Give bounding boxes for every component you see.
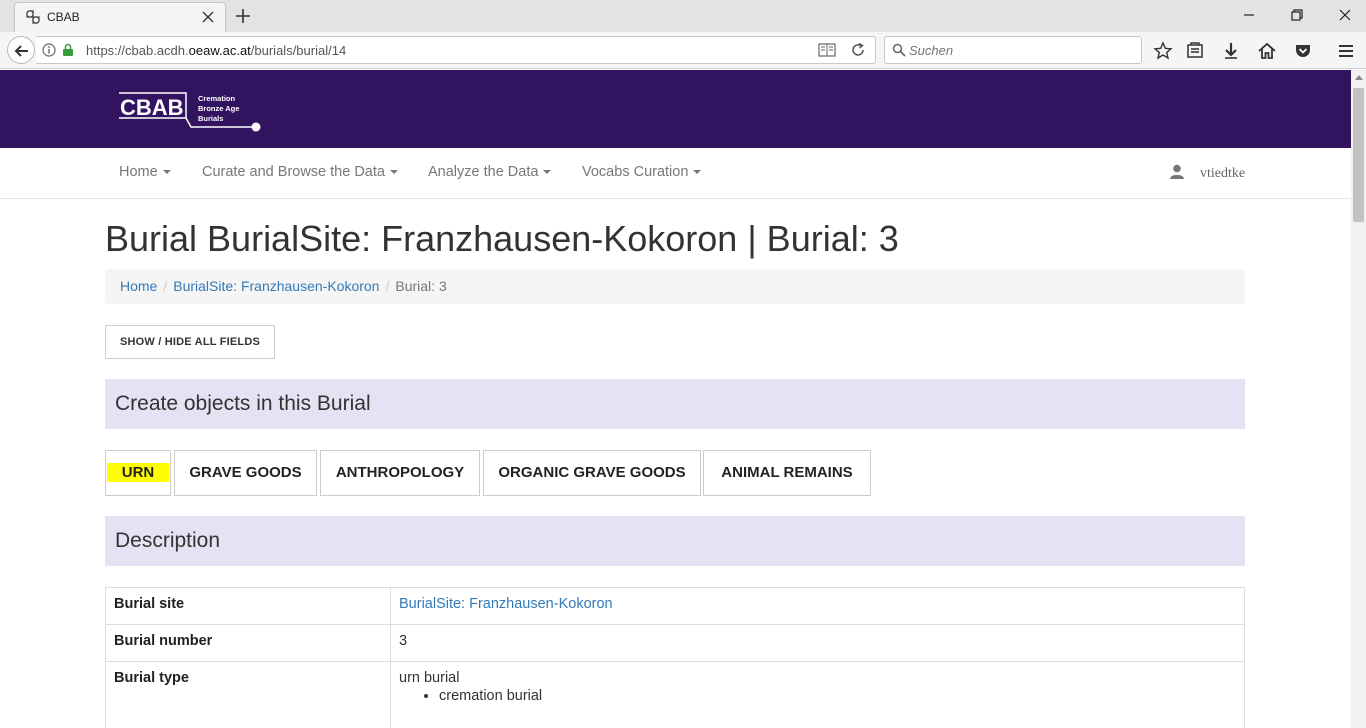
description-heading: Description <box>105 516 1245 566</box>
nav-curate-label: Curate and Browse the Data <box>202 164 385 180</box>
site-favicon-icon <box>26 10 40 24</box>
nav-analyze-label: Analyze the Data <box>428 164 539 180</box>
burial-type-value: urn burial <box>399 670 460 686</box>
row-label: Burial number <box>105 624 391 662</box>
home-icon[interactable] <box>1257 41 1277 61</box>
nav-curate-browse[interactable]: Curate and Browse the Data <box>202 164 398 180</box>
row-label: Burial site <box>105 587 391 625</box>
download-icon[interactable] <box>1221 41 1241 61</box>
caret-down-icon <box>693 170 702 175</box>
burial-type-sublist: cremation burial <box>439 688 1236 704</box>
browser-tabstrip: CBAB <box>0 0 1366 32</box>
show-hide-fields-button[interactable]: SHOW / HIDE ALL FIELDS <box>105 325 275 359</box>
description-table: Burial site BurialSite: Franzhausen-Koko… <box>105 587 1245 728</box>
page-viewport: CBAB Cremation Bronze Age Burials Home C… <box>0 70 1351 728</box>
table-row: Burial number 3 <box>105 624 1245 662</box>
address-bar[interactable]: https://cbab.acdh.oeaw.ac.at/burials/bur… <box>36 36 876 64</box>
pocket-icon[interactable] <box>1293 41 1313 61</box>
search-icon <box>892 43 906 57</box>
url-domain: oeaw.ac.at <box>188 43 251 58</box>
cbab-logo[interactable]: CBAB Cremation Bronze Age Burials <box>118 87 268 135</box>
caret-down-icon <box>162 170 171 175</box>
row-value: BurialSite: Franzhausen-Kokoron <box>390 587 1245 625</box>
logo-line2: Bronze Age <box>198 104 239 113</box>
nav-home-label: Home <box>119 164 158 180</box>
breadcrumb-home[interactable]: Home <box>120 278 157 294</box>
page-scrollbar[interactable] <box>1351 70 1366 728</box>
back-arrow-icon <box>14 45 28 57</box>
row-value: 3 <box>390 624 1245 662</box>
breadcrumb-current: Burial: 3 <box>395 278 447 294</box>
url-path: /burials/burial/14 <box>250 43 347 58</box>
url-prefix: https://cbab.acdh. <box>86 43 189 58</box>
breadcrumb-separator: / <box>385 278 390 294</box>
nav-vocabs[interactable]: Vocabs Curation <box>582 164 702 180</box>
minimize-window-icon[interactable] <box>1238 5 1260 25</box>
user-icon[interactable] <box>1170 164 1184 180</box>
caret-down-icon <box>389 170 398 175</box>
tab-title: CBAB <box>47 10 80 24</box>
breadcrumb-burial-site[interactable]: BurialSite: Franzhausen-Kokoron <box>173 278 379 294</box>
create-urn-button[interactable]: URN <box>105 450 171 496</box>
site-nav: Home Curate and Browse the Data Analyze … <box>0 148 1351 199</box>
urn-button-label: URN <box>106 463 170 482</box>
list-item: cremation burial <box>439 688 1236 704</box>
nav-vocabs-label: Vocabs Curation <box>582 164 689 180</box>
library-icon[interactable] <box>1185 41 1205 61</box>
create-animal-remains-button[interactable]: ANIMAL REMAINS <box>703 450 871 496</box>
new-tab-icon[interactable] <box>234 7 252 25</box>
close-tab-icon[interactable] <box>201 10 215 24</box>
reload-icon[interactable] <box>851 43 865 57</box>
row-value: urn burial cremation burial <box>390 661 1245 728</box>
create-organic-grave-goods-button[interactable]: ORGANIC GRAVE GOODS <box>483 450 701 496</box>
logo-text: CBAB <box>120 95 184 120</box>
lock-icon <box>63 43 73 56</box>
browser-search-bar[interactable] <box>884 36 1142 64</box>
burial-site-link[interactable]: BurialSite: Franzhausen-Kokoron <box>399 596 613 612</box>
menu-icon[interactable] <box>1336 41 1356 61</box>
username[interactable]: vtiedtke <box>1200 166 1245 182</box>
page-title: Burial BurialSite: Franzhausen-Kokoron |… <box>105 218 899 259</box>
caret-down-icon <box>543 170 552 175</box>
url-text: https://cbab.acdh.oeaw.ac.at/burials/bur… <box>86 43 346 58</box>
browser-search-input[interactable] <box>909 41 1129 59</box>
back-button[interactable] <box>7 36 35 64</box>
scrollbar-thumb[interactable] <box>1353 88 1364 222</box>
reader-view-icon[interactable] <box>818 43 836 57</box>
logo-line1: Cremation <box>198 94 236 103</box>
scroll-up-icon[interactable] <box>1355 75 1363 80</box>
close-window-icon[interactable] <box>1334 5 1356 25</box>
bookmark-star-icon[interactable] <box>1153 41 1173 61</box>
site-header: CBAB Cremation Bronze Age Burials <box>0 70 1351 148</box>
browser-toolbar: https://cbab.acdh.oeaw.ac.at/burials/bur… <box>0 32 1366 69</box>
browser-tab[interactable]: CBAB <box>14 2 226 32</box>
table-row: Burial site BurialSite: Franzhausen-Koko… <box>105 587 1245 625</box>
table-row: Burial type urn burial cremation burial <box>105 661 1245 728</box>
restore-window-icon[interactable] <box>1286 5 1308 25</box>
nav-analyze[interactable]: Analyze the Data <box>428 164 552 180</box>
create-anthropology-button[interactable]: ANTHROPOLOGY <box>320 450 480 496</box>
info-icon[interactable] <box>42 43 56 57</box>
create-objects-heading: Create objects in this Burial <box>105 379 1245 429</box>
nav-home[interactable]: Home <box>119 164 171 180</box>
breadcrumb: Home / BurialSite: Franzhausen-Kokoron / Bur… <box>105 269 1245 304</box>
breadcrumb-separator: / <box>163 278 168 294</box>
logo-line3: Burials <box>198 114 223 123</box>
create-grave-goods-button[interactable]: GRAVE GOODS <box>174 450 317 496</box>
row-label: Burial type <box>105 661 391 728</box>
